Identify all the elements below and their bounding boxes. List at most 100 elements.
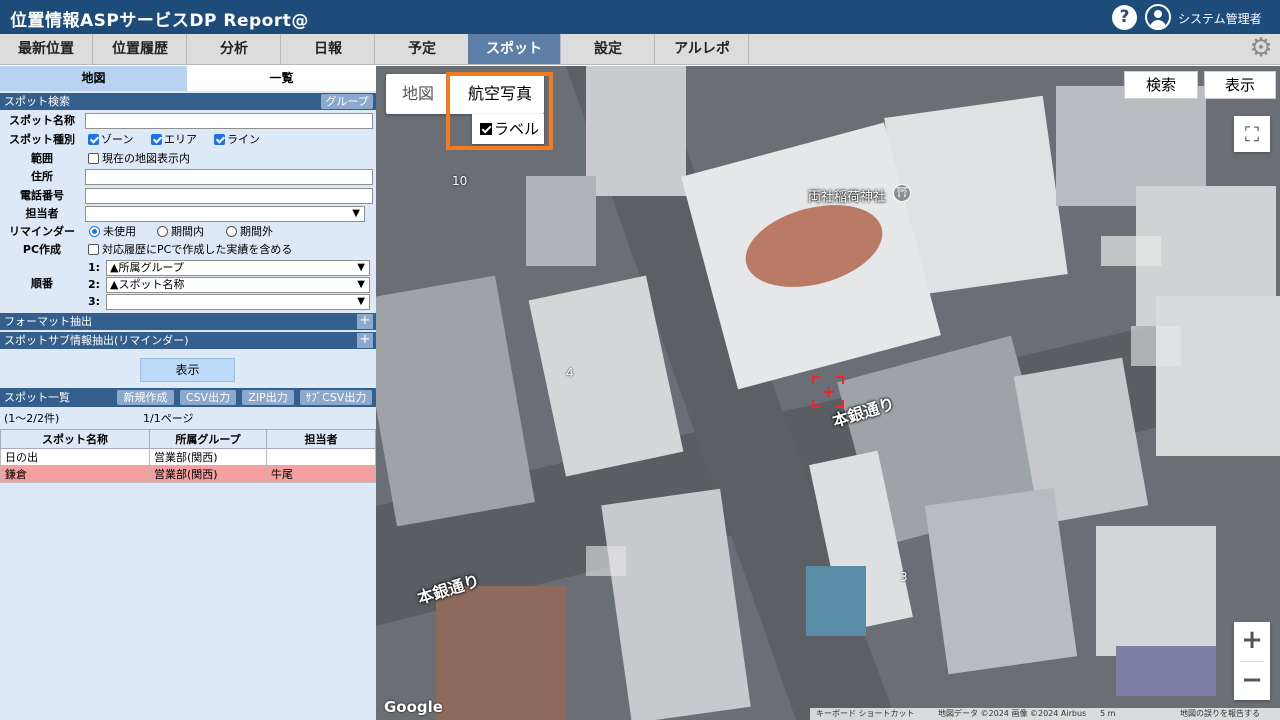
owner-label: 担当者 [25, 207, 59, 220]
tab-schedule[interactable]: 予定 [376, 34, 469, 64]
order-select-3[interactable]: ▼ [106, 294, 370, 310]
spot-name-label: スポット名称 [9, 114, 75, 127]
gear-icon[interactable]: ⚙ [1246, 33, 1276, 63]
pc-option-label: 対応履歴にPCで作成した実績を含める [102, 243, 293, 256]
table-header-row: スポット名称 所属グループ 担当者 [0, 429, 376, 449]
report-error-link[interactable]: 地図の誤りを報告する [1180, 708, 1260, 720]
show-button[interactable]: 表示 [140, 358, 235, 382]
row-range: 範囲 現在の地図表示内 [0, 150, 376, 168]
format-extract-title: フォーマット抽出 [4, 315, 92, 328]
map-attribution: キーボード ショートカット 地図データ ©2024 画像 ©2024 Airbu… [810, 708, 1280, 720]
line-checkbox[interactable] [214, 134, 225, 145]
sub-csv-button[interactable]: ｻﾌﾞCSV出力 [300, 390, 372, 405]
order-num-3: 3: [87, 295, 100, 308]
app-header: 位置情報ASPサービスDP Report@ ? システム管理者 [0, 0, 1280, 34]
address-label: 住所 [31, 170, 53, 183]
phone-input[interactable] [85, 188, 373, 204]
map-area[interactable]: 本銀通り 本銀通り 両社稲荷神社 ⛩ 10 4 3 + 地図 航空写真 ラベル … [376, 66, 1280, 720]
help-icon[interactable]: ? [1112, 5, 1137, 30]
group-button[interactable]: グループ [321, 94, 373, 109]
shrine-icon[interactable]: ⛩ [893, 184, 911, 202]
cell-name: 鎌倉 [0, 465, 150, 483]
spot-table: スポット名称 所属グループ 担当者 日の出 営業部(関西) 鎌倉 営業部(関西)… [0, 429, 376, 483]
google-logo: Google [384, 698, 443, 716]
chevron-down-icon: ▼ [357, 262, 365, 273]
map-number: 4 [566, 366, 574, 380]
col-spot-name[interactable]: スポット名称 [0, 429, 150, 449]
order-select-1[interactable]: ▲所属グループ ▼ [106, 260, 370, 276]
left-tab-map[interactable]: 地図 [0, 66, 187, 91]
target-icon: + [812, 376, 844, 408]
sub-info-expand-icon[interactable]: + [357, 333, 373, 348]
left-tab-list[interactable]: 一覧 [188, 66, 375, 91]
spot-search-title: スポット検索 [4, 95, 70, 108]
tab-alreport[interactable]: アルレポ [656, 34, 749, 64]
cell-group: 営業部(関西) [149, 448, 267, 466]
reminder-in-period-label: 期間内 [171, 225, 204, 238]
map-show-button[interactable]: 表示 [1204, 71, 1276, 99]
row-spot-type: スポット種別 ゾーン エリア ライン [0, 131, 376, 149]
format-extract-header[interactable]: フォーマット抽出 + [0, 313, 376, 330]
order-select-2[interactable]: ▲スポット名称 ▼ [106, 277, 370, 293]
row-spot-name: スポット名称 [0, 112, 376, 130]
row-phone: 電話番号 [0, 187, 376, 205]
keyboard-shortcuts-link[interactable]: キーボード ショートカット [816, 708, 915, 720]
tab-daily-report[interactable]: 日報 [282, 34, 375, 64]
reminder-unused-label: 未使用 [103, 225, 136, 238]
chevron-down-icon: ▼ [352, 208, 360, 219]
map-number: 3 [900, 570, 908, 584]
user-icon[interactable] [1145, 4, 1171, 30]
spot-search-header: スポット検索 グループ [0, 93, 376, 110]
tab-latest-location[interactable]: 最新位置 [0, 34, 93, 64]
zoom-in-button[interactable]: + [1234, 622, 1270, 661]
format-expand-icon[interactable]: + [357, 314, 373, 329]
reminder-unused-radio[interactable] [89, 226, 100, 237]
tab-location-history[interactable]: 位置履歴 [94, 34, 187, 64]
line-label: ライン [227, 133, 260, 146]
range-option-label: 現在の地図表示内 [102, 152, 190, 165]
table-row[interactable]: 日の出 営業部(関西) [0, 448, 376, 466]
address-input[interactable] [85, 169, 373, 185]
table-row[interactable]: 鎌倉 営業部(関西) 牛尾 [0, 465, 376, 483]
app-title: 位置情報ASPサービスDP Report@ [10, 11, 309, 31]
map-number: 10 [452, 174, 468, 188]
range-checkbox[interactable] [88, 153, 99, 164]
range-label: 範囲 [31, 152, 53, 165]
owner-select[interactable]: ▼ [85, 206, 365, 222]
order-label: 順番 [31, 277, 53, 290]
zone-checkbox[interactable] [88, 134, 99, 145]
left-panel: 地図 一覧 スポット検索 グループ スポット名称 スポット種別 ゾーン エリア … [0, 66, 376, 720]
tab-spot[interactable]: スポット [468, 34, 561, 64]
reminder-in-period-radio[interactable] [157, 226, 168, 237]
order-num-2: 2: [87, 278, 100, 291]
col-group[interactable]: 所属グループ [149, 429, 267, 449]
sub-info-header[interactable]: スポットサブ情報抽出(リマインダー) + [0, 332, 376, 349]
zip-button[interactable]: ZIP出力 [242, 390, 294, 405]
zoom-out-button[interactable]: − [1234, 662, 1270, 701]
row-pc: PC作成 対応履歴にPCで作成した実績を含める [0, 241, 376, 259]
area-checkbox[interactable] [151, 134, 162, 145]
col-owner[interactable]: 担当者 [266, 429, 376, 449]
map-type-roadmap-button[interactable]: 地図 [386, 74, 450, 114]
tab-analysis[interactable]: 分析 [188, 34, 281, 64]
spot-type-label: スポット種別 [9, 133, 75, 146]
area-label: エリア [164, 133, 197, 146]
map-data-text: 地図データ ©2024 画像 ©2024 Airbus [938, 709, 1087, 718]
cell-owner: 牛尾 [266, 465, 376, 483]
left-tabs: 地図 一覧 [0, 66, 376, 91]
spot-name-input[interactable] [85, 113, 373, 129]
fullscreen-icon[interactable]: ⛶ [1234, 116, 1270, 152]
map-search-button[interactable]: 検索 [1124, 71, 1198, 99]
reminder-out-period-radio[interactable] [226, 226, 237, 237]
new-button[interactable]: 新規作成 [117, 390, 174, 405]
csv-button[interactable]: CSV出力 [180, 390, 236, 405]
tab-settings[interactable]: 設定 [562, 34, 655, 64]
order-num-1: 1: [87, 261, 100, 274]
cell-owner [266, 448, 376, 466]
cell-name: 日の出 [0, 448, 150, 466]
chevron-down-icon: ▼ [357, 279, 365, 290]
reminder-label: リマインダー [9, 225, 75, 238]
user-name[interactable]: システム管理者 [1178, 10, 1262, 27]
pc-checkbox[interactable] [88, 244, 99, 255]
reminder-out-period-label: 期間外 [240, 225, 273, 238]
